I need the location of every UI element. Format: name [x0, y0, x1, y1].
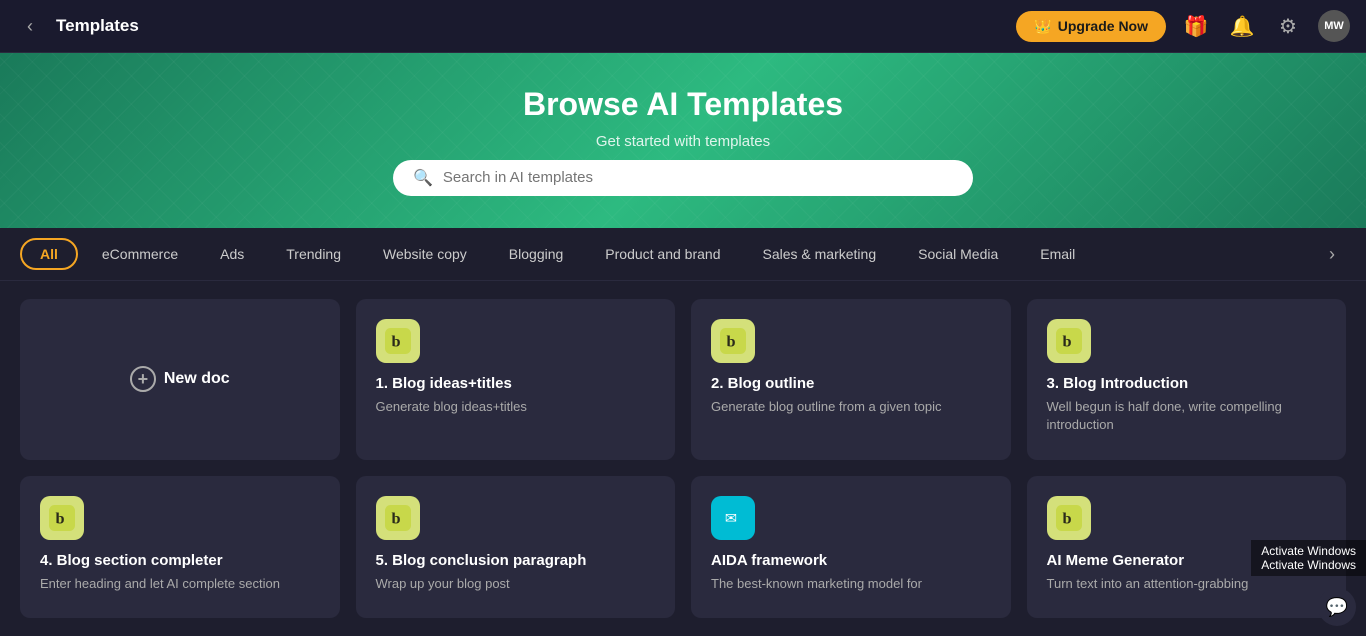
card-description: Well begun is half done, write compellin… — [1047, 398, 1327, 434]
filter-tab-all[interactable]: All — [20, 238, 78, 270]
filter-bar: AlleCommerceAdsTrendingWebsite copyBlogg… — [0, 228, 1366, 281]
card-icon: b — [1047, 319, 1091, 363]
gear-icon[interactable]: ⚙ — [1272, 10, 1304, 42]
template-card[interactable]: ✉ AIDA framework The best-known marketing … — [691, 476, 1011, 618]
svg-text:b: b — [1062, 333, 1071, 351]
template-card[interactable]: b 3. Blog Introduction Well begun is half … — [1027, 299, 1347, 460]
card-icon: b — [711, 319, 755, 363]
filter-tab-website-copy[interactable]: Website copy — [365, 240, 485, 268]
windows-watermark: Activate WindowsActivate Windows — [1251, 540, 1366, 576]
card-title: 3. Blog Introduction — [1047, 375, 1327, 392]
card-title: 4. Blog section completer — [40, 552, 320, 569]
card-description: Generate blog ideas+titles — [376, 398, 656, 416]
filter-tab-email[interactable]: Email — [1022, 240, 1093, 268]
back-button[interactable]: ‹ — [16, 12, 44, 40]
topbar-left: ‹ Templates — [16, 12, 139, 40]
filter-tab-ads[interactable]: Ads — [202, 240, 262, 268]
new-doc-icon: + — [130, 366, 156, 392]
hero-banner: Browse AI Templates Get started with tem… — [0, 53, 1366, 228]
svg-text:b: b — [727, 333, 736, 351]
avatar[interactable]: MW — [1318, 10, 1350, 42]
search-input[interactable] — [443, 169, 953, 186]
upgrade-button[interactable]: 👑 Upgrade Now — [1016, 11, 1166, 42]
template-card[interactable]: b 5. Blog conclusion paragraph Wrap up you… — [356, 476, 676, 618]
hero-title: Browse AI Templates — [523, 86, 843, 123]
filter-tab-product-and-brand[interactable]: Product and brand — [587, 240, 738, 268]
card-icon: b — [1047, 496, 1091, 540]
card-description: Generate blog outline from a given topic — [711, 398, 991, 416]
hero-subtitle: Get started with templates — [596, 133, 770, 150]
chat-button[interactable]: 💬 — [1318, 588, 1356, 626]
card-icon: b — [40, 496, 84, 540]
upgrade-label: Upgrade Now — [1058, 18, 1148, 34]
card-title: 5. Blog conclusion paragraph — [376, 552, 656, 569]
template-grid: + New doc b 1. Blog ideas+titles Generate … — [0, 281, 1366, 636]
card-description: The best-known marketing model for — [711, 575, 991, 593]
svg-text:b: b — [391, 509, 400, 527]
svg-text:✉: ✉ — [725, 510, 737, 526]
filter-tab-ecommerce[interactable]: eCommerce — [84, 240, 196, 268]
template-card[interactable]: b 4. Blog section completer Enter heading … — [20, 476, 340, 618]
svg-text:b: b — [56, 509, 65, 527]
gift-icon[interactable]: 🎁 — [1180, 10, 1212, 42]
card-title: 2. Blog outline — [711, 375, 991, 392]
bell-icon[interactable]: 🔔 — [1226, 10, 1258, 42]
filter-tab-trending[interactable]: Trending — [268, 240, 359, 268]
card-title: 1. Blog ideas+titles — [376, 375, 656, 392]
search-icon: 🔍 — [413, 168, 433, 188]
page-title: Templates — [56, 16, 139, 36]
filter-tab-sales-&-marketing[interactable]: Sales & marketing — [745, 240, 895, 268]
new-doc-card[interactable]: + New doc — [20, 299, 340, 460]
template-card[interactable]: b 1. Blog ideas+titles Generate blog ideas… — [356, 299, 676, 460]
filter-tab-blogging[interactable]: Blogging — [491, 240, 582, 268]
card-icon: b — [376, 319, 420, 363]
filter-tab-social-media[interactable]: Social Media — [900, 240, 1016, 268]
search-bar[interactable]: 🔍 — [393, 160, 973, 196]
filter-next-arrow[interactable]: › — [1318, 240, 1346, 268]
topbar-right: 👑 Upgrade Now 🎁 🔔 ⚙ MW — [1016, 10, 1350, 42]
card-icon: ✉ — [711, 496, 755, 540]
svg-text:b: b — [391, 333, 400, 351]
svg-text:b: b — [1062, 509, 1071, 527]
new-doc-label: New doc — [164, 370, 230, 388]
card-icon: b — [376, 496, 420, 540]
card-title: AIDA framework — [711, 552, 991, 569]
card-description: Turn text into an attention-grabbing — [1047, 575, 1327, 593]
card-description: Wrap up your blog post — [376, 575, 656, 593]
card-description: Enter heading and let AI complete sectio… — [40, 575, 320, 593]
topbar: ‹ Templates 👑 Upgrade Now 🎁 🔔 ⚙ MW — [0, 0, 1366, 53]
crown-icon: 👑 — [1034, 18, 1051, 35]
template-card[interactable]: b 2. Blog outline Generate blog outline fr… — [691, 299, 1011, 460]
